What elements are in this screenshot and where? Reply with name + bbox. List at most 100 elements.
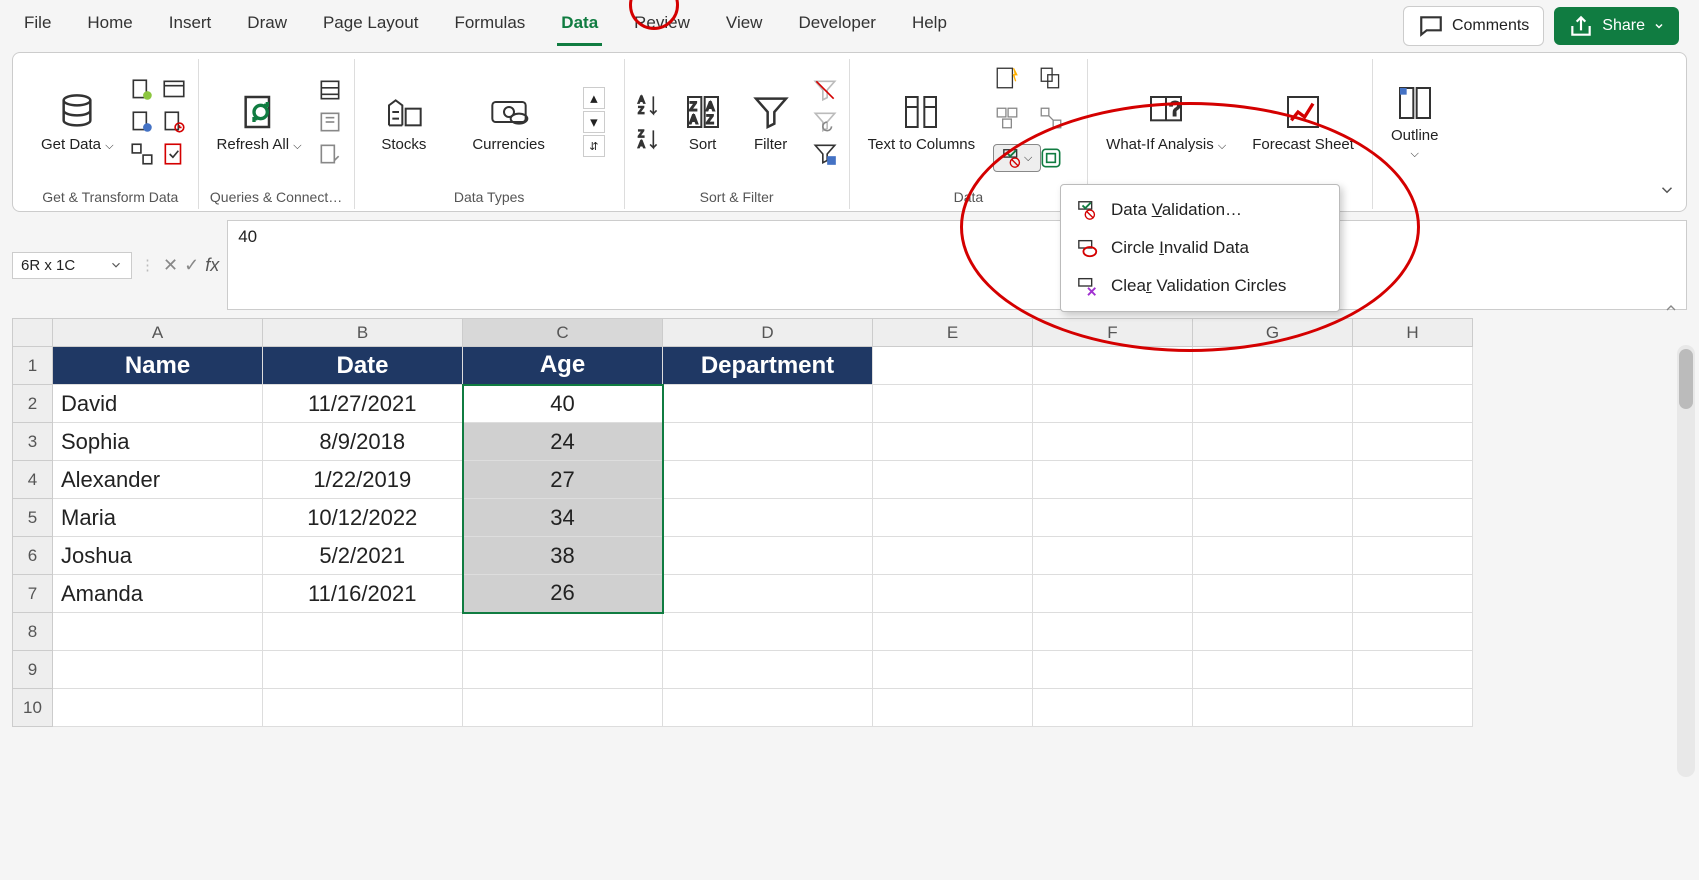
cell-D9[interactable] <box>663 651 873 689</box>
cell-C2[interactable]: 40 <box>463 385 663 423</box>
remove-duplicates-button[interactable] <box>1037 64 1065 92</box>
cell-E7[interactable] <box>873 575 1033 613</box>
refresh-all-button[interactable]: Refresh All ⌵ <box>209 88 310 157</box>
recent-sources-button[interactable] <box>160 108 188 136</box>
cell-G7[interactable] <box>1193 575 1353 613</box>
cell-F4[interactable] <box>1033 461 1193 499</box>
queries-connections-button[interactable] <box>316 76 344 104</box>
cell-E1[interactable] <box>873 347 1033 385</box>
cell-G9[interactable] <box>1193 651 1353 689</box>
tab-file[interactable]: File <box>20 7 55 46</box>
enter-formula-button[interactable]: ✓ <box>184 255 199 276</box>
manage-data-model-button[interactable] <box>1037 144 1065 172</box>
select-all-corner[interactable] <box>13 319 53 347</box>
tab-review[interactable]: Review <box>630 7 694 46</box>
cell-A10[interactable] <box>53 689 263 727</box>
menu-data-validation[interactable]: Data Validation… <box>1061 191 1339 229</box>
cancel-formula-button[interactable]: ✕ <box>163 255 178 276</box>
menu-circle-invalid[interactable]: Circle Invalid Data <box>1061 229 1339 267</box>
cell-E10[interactable] <box>873 689 1033 727</box>
cell-F1[interactable] <box>1033 347 1193 385</box>
cell-D6[interactable] <box>663 537 873 575</box>
cell-E6[interactable] <box>873 537 1033 575</box>
cell-D1[interactable]: Department <box>663 347 873 385</box>
cell-H10[interactable] <box>1353 689 1473 727</box>
vertical-scrollbar[interactable] <box>1677 345 1695 777</box>
relationships-button[interactable] <box>1037 104 1065 132</box>
cell-H7[interactable] <box>1353 575 1473 613</box>
cell-F8[interactable] <box>1033 613 1193 651</box>
cell-B1[interactable]: Date <box>263 347 463 385</box>
sort-az-button[interactable]: AZ <box>635 91 663 119</box>
clear-filter-button[interactable] <box>811 76 839 104</box>
cell-C9[interactable] <box>463 651 663 689</box>
cell-G3[interactable] <box>1193 423 1353 461</box>
currencies-button[interactable]: Currencies <box>464 88 553 157</box>
col-header-D[interactable]: D <box>663 319 873 347</box>
row-header[interactable]: 7 <box>13 575 53 613</box>
what-if-button[interactable]: ? What-If Analysis ⌵ <box>1098 88 1234 157</box>
cell-A6[interactable]: Joshua <box>53 537 263 575</box>
col-header-F[interactable]: F <box>1033 319 1193 347</box>
cell-H2[interactable] <box>1353 385 1473 423</box>
cell-A5[interactable]: Maria <box>53 499 263 537</box>
cell-H6[interactable] <box>1353 537 1473 575</box>
datatype-down-button[interactable]: ▾ <box>583 111 605 133</box>
stocks-button[interactable]: Stocks <box>373 88 434 157</box>
cell-E9[interactable] <box>873 651 1033 689</box>
cell-A4[interactable]: Alexander <box>53 461 263 499</box>
from-text-button[interactable] <box>128 76 156 104</box>
name-box[interactable]: 6R x 1C <box>12 252 132 279</box>
cell-F7[interactable] <box>1033 575 1193 613</box>
datatype-up-button[interactable]: ▴ <box>583 87 605 109</box>
sort-za-button[interactable]: ZA <box>635 125 663 153</box>
cell-B5[interactable]: 10/12/2022 <box>263 499 463 537</box>
row-header[interactable]: 3 <box>13 423 53 461</box>
cell-C1[interactable]: Age <box>463 347 663 385</box>
outline-button[interactable]: Outline⌵ <box>1383 79 1447 165</box>
formula-bar[interactable]: 40 <box>227 220 1687 310</box>
cell-G2[interactable] <box>1193 385 1353 423</box>
cell-E2[interactable] <box>873 385 1033 423</box>
row-header[interactable]: 4 <box>13 461 53 499</box>
cell-F6[interactable] <box>1033 537 1193 575</box>
tab-insert[interactable]: Insert <box>165 7 216 46</box>
existing-connections-button[interactable] <box>128 140 156 168</box>
cell-E3[interactable] <box>873 423 1033 461</box>
cell-B8[interactable] <box>263 613 463 651</box>
cell-B3[interactable]: 8/9/2018 <box>263 423 463 461</box>
row-header[interactable]: 10 <box>13 689 53 727</box>
tab-home[interactable]: Home <box>83 7 136 46</box>
cell-H1[interactable] <box>1353 347 1473 385</box>
cell-D2[interactable] <box>663 385 873 423</box>
tab-view[interactable]: View <box>722 7 767 46</box>
cell-B2[interactable]: 11/27/2021 <box>263 385 463 423</box>
cell-C7[interactable]: 26 <box>463 575 663 613</box>
ribbon-collapse-button[interactable] <box>1658 181 1676 203</box>
cell-G10[interactable] <box>1193 689 1353 727</box>
text-to-columns-button[interactable]: Text to Columns <box>860 88 984 157</box>
cell-D3[interactable] <box>663 423 873 461</box>
cell-D5[interactable] <box>663 499 873 537</box>
cell-H3[interactable] <box>1353 423 1473 461</box>
cell-C5[interactable]: 34 <box>463 499 663 537</box>
cell-E8[interactable] <box>873 613 1033 651</box>
cell-G8[interactable] <box>1193 613 1353 651</box>
sort-button[interactable]: ZAAZ Sort <box>675 88 731 157</box>
cell-A1[interactable]: Name <box>53 347 263 385</box>
reapply-button[interactable] <box>811 108 839 136</box>
row-header[interactable]: 1 <box>13 347 53 385</box>
cell-F9[interactable] <box>1033 651 1193 689</box>
cell-C8[interactable] <box>463 613 663 651</box>
cell-H9[interactable] <box>1353 651 1473 689</box>
col-header-E[interactable]: E <box>873 319 1033 347</box>
cell-D8[interactable] <box>663 613 873 651</box>
flash-fill-button[interactable] <box>993 64 1021 92</box>
cell-F5[interactable] <box>1033 499 1193 537</box>
menu-clear-circles[interactable]: Clear Validation Circles <box>1061 267 1339 305</box>
forecast-sheet-button[interactable]: Forecast Sheet <box>1244 88 1362 157</box>
row-header[interactable]: 9 <box>13 651 53 689</box>
cell-A7[interactable]: Amanda <box>53 575 263 613</box>
cell-B9[interactable] <box>263 651 463 689</box>
tab-developer[interactable]: Developer <box>794 7 880 46</box>
